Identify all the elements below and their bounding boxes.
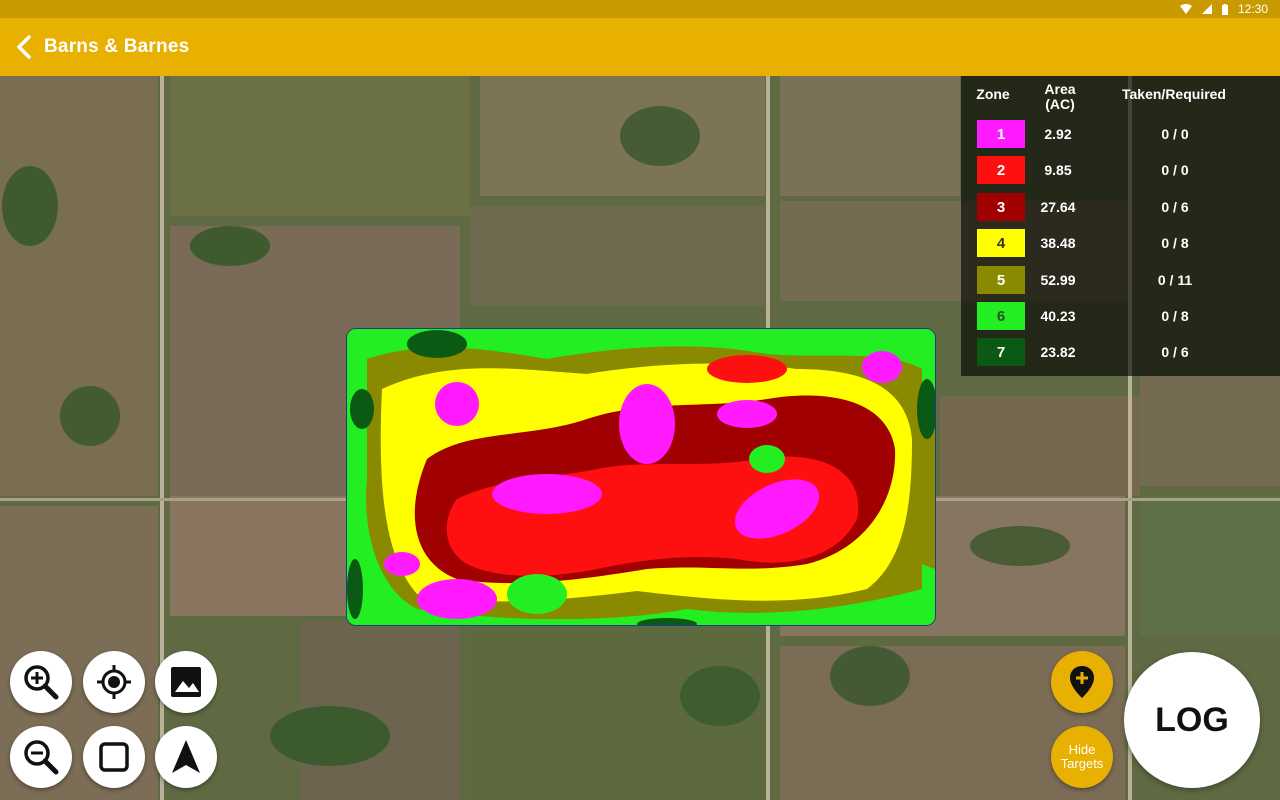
zone-number: 3 [996, 198, 1006, 216]
zone-number: 1 [996, 125, 1006, 143]
status-time: 12:30 [1237, 2, 1268, 16]
zone-taken-required: 0 / 6 [1161, 199, 1189, 215]
zone-swatch: 6 [977, 302, 1025, 330]
my-location-icon [97, 665, 131, 699]
hide-targets-label: Hide Targets [1060, 742, 1104, 771]
zone-area: 2.92 [1044, 126, 1072, 142]
legend-header-taken: Taken/Required [1122, 86, 1226, 102]
zone-area: 40.23 [1040, 308, 1076, 324]
zone-area: 52.99 [1040, 272, 1076, 288]
legend-row[interactable]: 2 9.85 0 / 0 [961, 152, 1280, 188]
legend-header-area: Area (AC) [1044, 81, 1076, 112]
log-button[interactable]: LOG [1124, 652, 1260, 788]
add-pin-button[interactable] [1051, 651, 1113, 713]
zone-number: 5 [996, 271, 1006, 289]
zone-taken-required: 0 / 0 [1161, 162, 1189, 178]
battery-icon [1221, 3, 1228, 15]
my-location-button[interactable] [83, 651, 145, 713]
zone-number: 2 [996, 161, 1006, 179]
zone-taken-required: 0 / 6 [1161, 344, 1189, 360]
zoom-out-button[interactable] [10, 726, 72, 788]
zone-swatch: 1 [977, 120, 1025, 148]
zone-number: 6 [996, 307, 1006, 325]
legend-row[interactable]: 6 40.23 0 / 8 [961, 298, 1280, 334]
add-location-icon [1070, 666, 1094, 698]
zone-map-field[interactable] [346, 328, 936, 626]
zoom-out-icon [24, 740, 59, 775]
zone-taken-required: 0 / 0 [1161, 126, 1189, 142]
legend-row[interactable]: 4 38.48 0 / 8 [961, 225, 1280, 261]
zone-swatch: 5 [977, 266, 1025, 294]
log-label: LOG [1155, 700, 1229, 739]
zone-area: 27.64 [1040, 199, 1076, 215]
image-icon [171, 667, 201, 697]
legend-row[interactable]: 3 27.64 0 / 6 [961, 189, 1280, 225]
navigate-button[interactable] [155, 726, 217, 788]
hide-targets-button[interactable]: Hide Targets [1051, 726, 1113, 788]
zone-area: 9.85 [1044, 162, 1072, 178]
legend-header-zone: Zone [976, 86, 1010, 102]
app-bar: Barns & Barnes [0, 18, 1280, 76]
zone-taken-required: 0 / 8 [1161, 308, 1189, 324]
page-title: Barns & Barnes [44, 36, 190, 57]
zone-swatch: 7 [977, 338, 1025, 366]
back-chevron-icon [17, 35, 31, 59]
status-bar: 12:30 [0, 0, 1280, 18]
legend-row[interactable]: 5 52.99 0 / 11 [961, 262, 1280, 298]
zone-swatch: 4 [977, 229, 1025, 257]
select-area-button[interactable] [83, 726, 145, 788]
zone-number: 4 [996, 234, 1006, 252]
zone-swatch: 3 [977, 193, 1025, 221]
legend-row[interactable]: 1 2.92 0 / 0 [961, 116, 1280, 152]
zone-legend: Zone Area (AC) Taken/Required 1 2.92 0 /… [961, 76, 1280, 376]
zone-taken-required: 0 / 8 [1161, 235, 1189, 251]
zone-swatch: 2 [977, 156, 1025, 184]
zone-area: 23.82 [1040, 344, 1076, 360]
zoom-in-icon [24, 665, 59, 700]
legend-row[interactable]: 7 23.82 0 / 6 [961, 334, 1280, 370]
zoom-in-button[interactable] [10, 651, 72, 713]
zone-map [347, 329, 935, 625]
navigation-arrow-icon [172, 740, 200, 773]
back-button[interactable] [4, 18, 44, 76]
signal-icon [1201, 4, 1212, 14]
layers-button[interactable] [155, 651, 217, 713]
wifi-icon [1179, 4, 1192, 14]
zone-area: 38.48 [1040, 235, 1076, 251]
zone-number: 7 [996, 343, 1006, 361]
square-icon [99, 742, 129, 772]
zone-taken-required: 0 / 11 [1157, 272, 1193, 288]
